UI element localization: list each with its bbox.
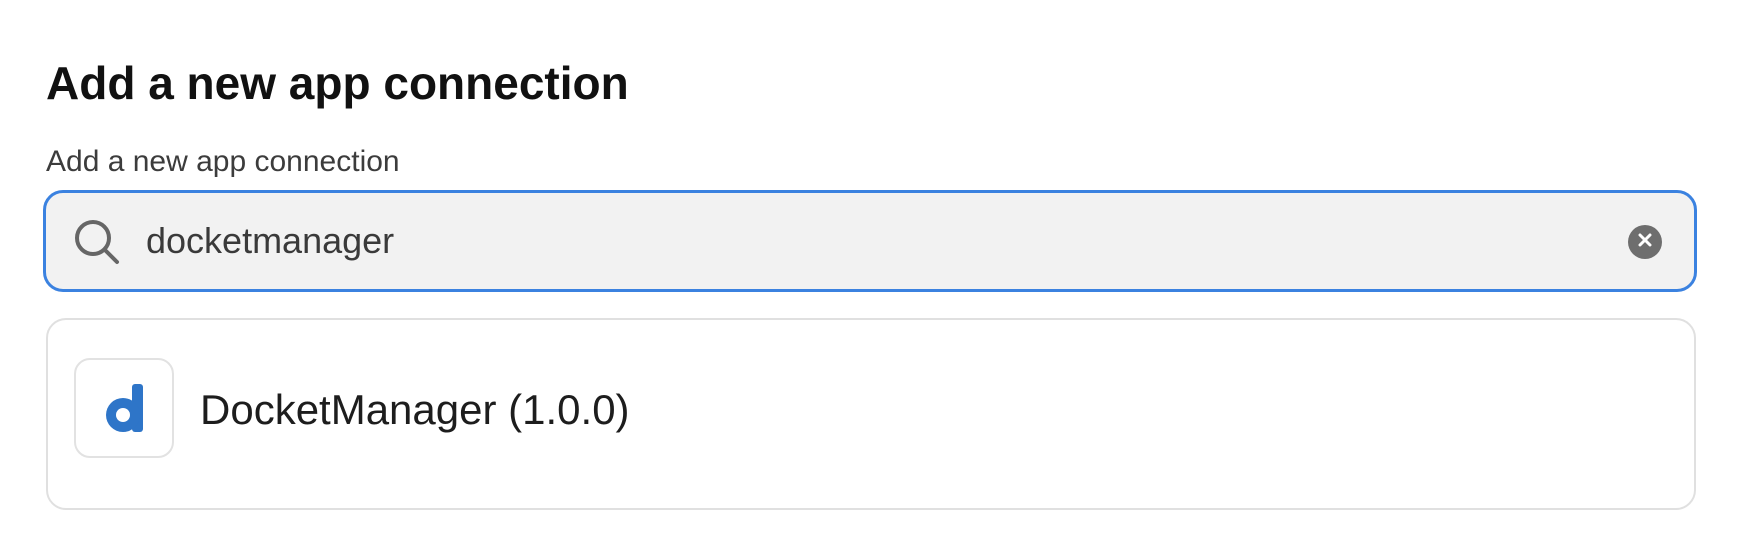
- page-title: Add a new app connection: [46, 57, 629, 109]
- list-item-docketmanager[interactable]: DocketManager (1.0.0): [48, 320, 1694, 508]
- add-app-connection-page: Add a new app connection Add a new app c…: [0, 0, 1741, 535]
- close-circle-icon: [1637, 232, 1653, 253]
- search-field-label: Add a new app connection: [46, 145, 400, 178]
- search-input[interactable]: [146, 211, 1606, 271]
- search-box[interactable]: [43, 190, 1697, 292]
- docketmanager-logo-icon: [74, 358, 174, 458]
- search-icon: [72, 217, 122, 267]
- app-name: DocketManager (1.0.0): [200, 386, 630, 433]
- search-results-list: DocketManager (1.0.0): [46, 318, 1696, 510]
- clear-search-button[interactable]: [1628, 225, 1662, 259]
